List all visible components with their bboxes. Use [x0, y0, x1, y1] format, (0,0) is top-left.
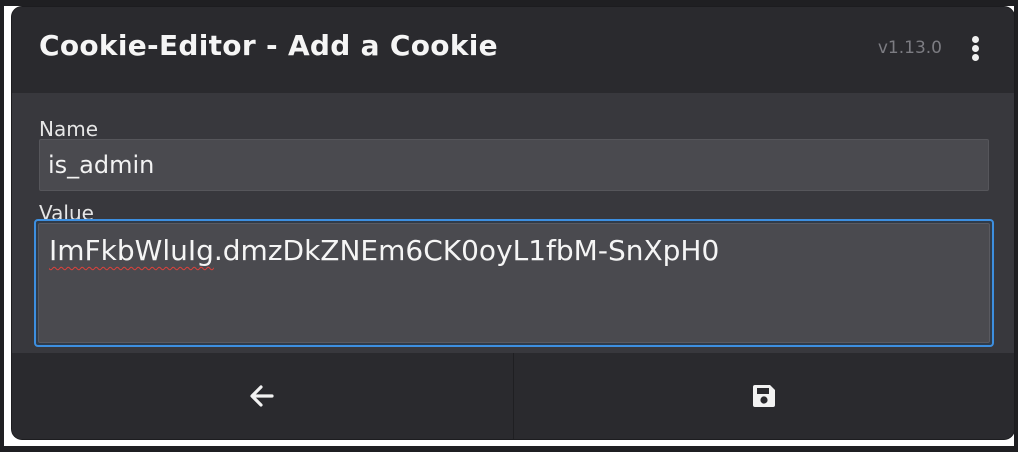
background-edge: [0, 0, 4, 452]
name-label: Name: [39, 117, 99, 141]
page-title: Cookie-Editor - Add a Cookie: [39, 29, 498, 62]
value-text[interactable]: ImFkbWluIg.dmzDkZNEm6CK0oyL1fbM-SnXpH0: [38, 223, 990, 343]
back-button[interactable]: [12, 353, 513, 439]
value-misspelled-segment: ImFkbWluIg: [49, 234, 214, 267]
cookie-form: Name is_admin Value ImFkbWluIg.dmzDkZNEm…: [12, 93, 1014, 353]
background-edge: [0, 446, 1018, 452]
save-icon: [752, 385, 775, 407]
name-input[interactable]: is_admin: [39, 139, 989, 191]
cookie-editor-popup: Cookie-Editor - Add a Cookie v1.13.0 Nam…: [12, 7, 1014, 439]
kebab-menu-icon[interactable]: [970, 36, 980, 62]
popup-header: Cookie-Editor - Add a Cookie v1.13.0: [12, 7, 1014, 93]
save-button[interactable]: [512, 353, 1015, 439]
version-label: v1.13.0: [877, 38, 942, 58]
arrow-left-icon: [250, 385, 274, 407]
background-edge: [1014, 0, 1018, 452]
value-remaining-segment: .dmzDkZNEm6CK0oyL1fbM-SnXpH0: [213, 234, 720, 267]
value-textarea[interactable]: ImFkbWluIg.dmzDkZNEm6CK0oyL1fbM-SnXpH0: [34, 219, 994, 347]
background-edge: [0, 0, 1018, 6]
popup-footer: [12, 353, 1014, 439]
